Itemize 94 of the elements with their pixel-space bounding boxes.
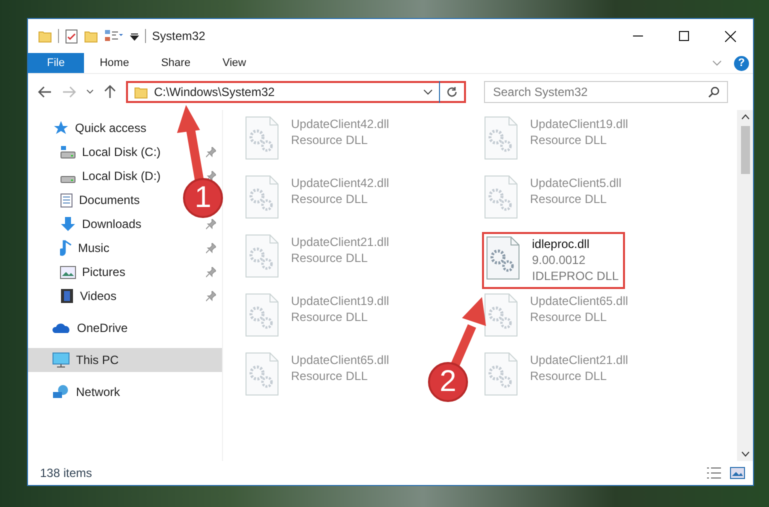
search-field[interactable]: Search System32 [484, 81, 728, 103]
nav-label: Network [76, 385, 120, 399]
file-name: UpdateClient65.dll [530, 293, 628, 309]
recent-locations-caret-icon[interactable] [86, 89, 94, 95]
network-icon [52, 384, 70, 400]
file-name: idleproc.dll [532, 236, 590, 252]
file-name: UpdateClient65.dll [291, 352, 390, 368]
gear-file-icon [245, 352, 279, 396]
refresh-icon[interactable] [446, 86, 458, 98]
file-name: UpdateClient42.dll [291, 116, 390, 132]
nav-item[interactable]: Music [60, 240, 110, 256]
back-arrow-icon[interactable] [38, 86, 52, 98]
nav-item[interactable]: Local Disk (D:) [60, 169, 161, 183]
file-detail: Resource DLL [530, 191, 608, 207]
window-title: System32 [152, 29, 206, 43]
pin-icon[interactable] [206, 266, 216, 278]
selected-nav-item[interactable]: This PC [28, 348, 222, 372]
nav-item[interactable]: Quick access [28, 116, 222, 140]
minimize-icon[interactable] [633, 35, 643, 37]
file-detail: Resource DLL [291, 132, 369, 148]
monitor-icon [52, 352, 70, 368]
pin-icon[interactable] [206, 218, 216, 230]
nav-label: This PC [76, 353, 119, 367]
drive-icon [60, 176, 76, 182]
file-detail: Resource DLL [291, 191, 369, 207]
star-icon [52, 120, 69, 136]
file-name: UpdateClient21.dll [530, 352, 628, 368]
file-name: UpdateClient5.dll [530, 175, 622, 191]
close-icon[interactable] [724, 30, 736, 42]
help-button[interactable]: ? [734, 56, 749, 70]
file-name: UpdateClient19.dll [530, 116, 628, 132]
scroll-down-icon[interactable] [740, 451, 750, 457]
file-detail: Resource DLL [291, 250, 369, 266]
gear-file-icon [245, 116, 279, 160]
file-detail: Resource DLL [530, 368, 608, 384]
up-arrow-icon[interactable] [104, 85, 116, 99]
nav-item[interactable]: OneDrive [28, 316, 222, 340]
dropdown-caret-icon[interactable] [130, 32, 139, 40]
gear-file-icon [245, 293, 279, 337]
gear-file-icon [484, 293, 518, 337]
file-detail: Resource DLL [291, 309, 369, 325]
file-item[interactable]: idleproc.dll 9.00.0012 IDLEPROC DLL [482, 232, 625, 289]
scroll-up-icon[interactable] [740, 114, 750, 120]
nav-item[interactable]: Videos [60, 288, 116, 304]
nav-item[interactable]: Documents [60, 192, 140, 208]
checklist-icon[interactable] [65, 28, 78, 44]
file-name: UpdateClient42.dll [291, 175, 390, 191]
large-icons-view-icon[interactable] [730, 467, 745, 479]
pin-icon[interactable] [206, 170, 216, 182]
nav-label: OneDrive [77, 321, 128, 335]
ribbon-tab[interactable]: Share [145, 53, 206, 73]
drive-icon [60, 145, 76, 159]
file-detail: Resource DLL [530, 309, 608, 325]
down-arrow-icon [60, 216, 76, 232]
pin-icon[interactable] [206, 146, 216, 158]
pin-icon[interactable] [206, 290, 216, 302]
file-detail: Resource DLL [530, 132, 608, 148]
gear-file-icon [486, 236, 520, 280]
nav-item[interactable]: Downloads [60, 216, 142, 232]
address-path: C:\Windows\System32 [154, 85, 276, 99]
ribbon-tab[interactable]: View [206, 53, 262, 73]
nav-item[interactable]: Local Disk (C:) [60, 145, 161, 159]
file-detail: 9.00.0012 [532, 252, 586, 268]
file-menu-button[interactable]: File [28, 53, 84, 73]
ribbon-tab[interactable]: Home [84, 53, 146, 73]
gear-file-icon [484, 352, 518, 396]
gear-file-icon [484, 116, 518, 160]
gear-file-icon [245, 234, 279, 278]
film-icon [60, 288, 74, 304]
gear-file-icon [484, 175, 518, 219]
expand-ribbon-chevron-icon[interactable] [712, 60, 722, 66]
maximize-icon[interactable] [679, 31, 689, 41]
properties-icon[interactable] [104, 29, 124, 43]
file-name: UpdateClient21.dll [291, 234, 390, 250]
cloud-icon [52, 322, 71, 334]
vertical-scrollbar[interactable] [737, 110, 753, 461]
search-icon[interactable] [708, 86, 720, 98]
file-name: UpdateClient19.dll [291, 293, 390, 309]
folder-icon [134, 85, 148, 99]
scrollbar-thumb[interactable] [740, 126, 750, 174]
nav-item[interactable]: Network [28, 380, 222, 404]
file-detail: IDLEPROC DLL [532, 268, 619, 284]
address-bar[interactable]: C:\Windows\System32 [126, 81, 466, 103]
item-count: 138 items [40, 466, 92, 480]
nav-label: Quick access [75, 121, 146, 135]
file-detail: Resource DLL [291, 368, 369, 384]
dropdown-caret-icon[interactable] [423, 89, 433, 95]
details-view-icon[interactable] [706, 467, 722, 479]
pin-icon[interactable] [206, 242, 216, 254]
nav-item[interactable]: Pictures [60, 265, 126, 279]
document-icon [60, 192, 73, 208]
gear-file-icon [245, 175, 279, 219]
music-note-icon [60, 240, 72, 256]
picture-icon [60, 266, 76, 278]
